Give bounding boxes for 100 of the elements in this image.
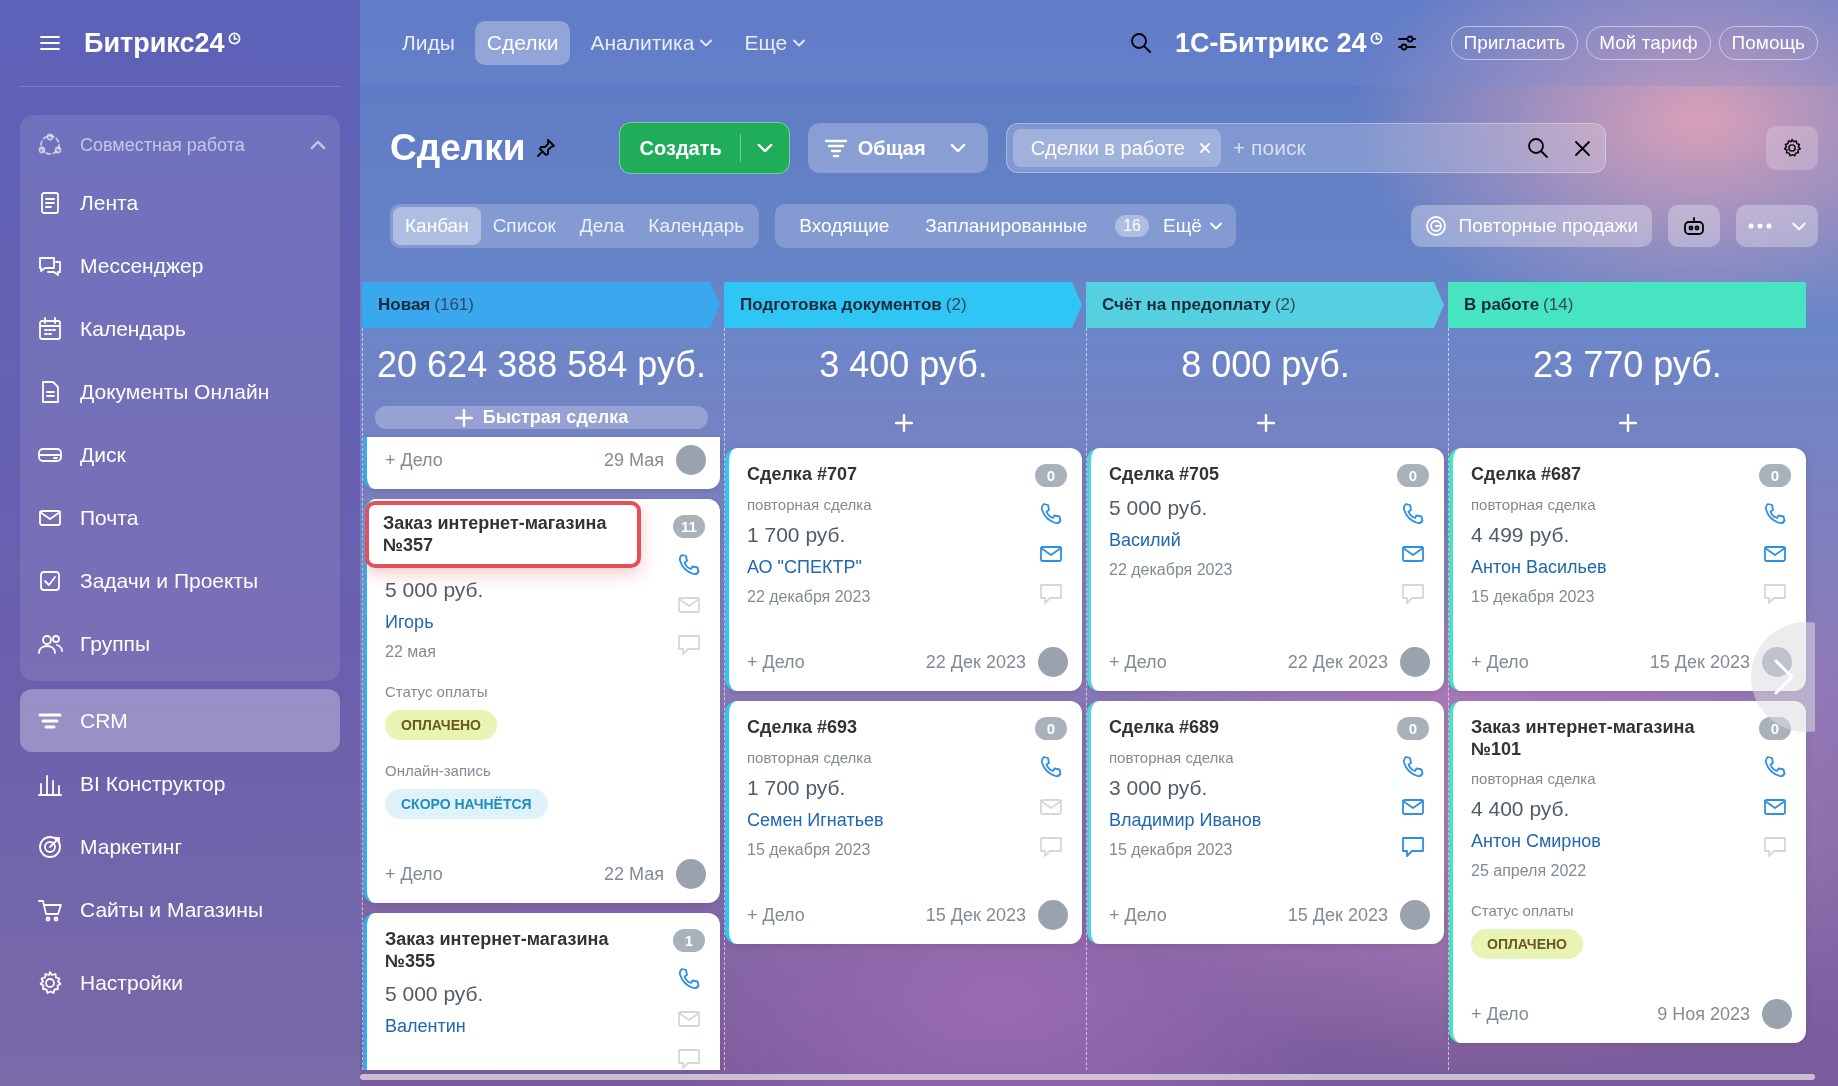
stage-header[interactable]: Счёт на предоплату (2) (1086, 282, 1444, 328)
deal-title[interactable]: Сделка #707 (747, 464, 987, 486)
deal-title[interactable]: Заказ интернет-магазина №101 (1471, 717, 1711, 761)
add-activity-link[interactable]: + Дело (747, 904, 805, 926)
deal-card[interactable]: Сделка #705 5 000 руб. Василий 22 декабря 2023 0 + Дело 22 Дек 2023 (1087, 448, 1444, 691)
sidebar-item[interactable]: Почта (20, 486, 340, 549)
deal-type: повторная сделка (747, 748, 873, 766)
sidebar-item[interactable]: Сайты и Магазины (20, 878, 340, 941)
sidebar-item[interactable]: Диск (20, 423, 340, 486)
sidebar-item[interactable]: Настройки (20, 951, 340, 1014)
deal-card[interactable]: Заказ интернет-магазина №357 5 000 руб. Игорь 22 мая Статус оплаты ОПЛАЧЕНО Онлайн-запись СКОРО НАЧНЁТСЯ 11 + Дело 22 Мая (363, 499, 720, 904)
contact-link[interactable]: Игорь (385, 612, 672, 634)
pin-icon[interactable] (535, 138, 556, 158)
stage-header[interactable]: Подготовка документов (2) (724, 282, 1082, 328)
deal-title[interactable]: Сделка #705 (1109, 464, 1349, 486)
avatar[interactable] (676, 445, 706, 475)
phone-icon[interactable] (1762, 501, 1788, 527)
add-activity-link[interactable]: + Дело (1471, 1003, 1529, 1025)
add-activity-link[interactable]: + Дело (385, 449, 443, 471)
search-icon[interactable] (1129, 31, 1153, 55)
sidebar-item[interactable]: Задачи и Проекты (20, 549, 340, 612)
nav-tab[interactable]: Сделки (474, 21, 571, 65)
deal-card[interactable]: Заказ интернет-магазина №101 повторная сделка 4 400 руб. Антон Смирнов 25 апреля 2022 Статус оплаты ОПЛАЧЕНО 0 + Дело 9 Ноя 2023 (1449, 701, 1806, 1044)
contact-link[interactable]: АО "СПЕКТР" (747, 556, 1034, 578)
more-actions-button[interactable] (1736, 205, 1818, 247)
sidebar-item[interactable]: Документы Онлайн (20, 360, 340, 423)
contact-link[interactable]: Антон Смирнов (1471, 831, 1758, 853)
phone-icon[interactable] (1762, 754, 1788, 780)
sidebar-item[interactable]: Лента (20, 171, 340, 234)
sidebar-group-header[interactable]: Совместная работа (20, 119, 340, 171)
search-icon[interactable] (1525, 136, 1550, 160)
robot-button[interactable] (1668, 205, 1720, 247)
stage-header[interactable]: В работе (14) (1448, 282, 1806, 328)
nav-tab[interactable]: Лиды (390, 21, 467, 65)
view-tab[interactable]: Список (480, 207, 568, 245)
avatar[interactable] (1038, 647, 1068, 677)
contact-link[interactable]: Валентин (385, 1016, 672, 1038)
nav-tab[interactable]: Еще (732, 21, 818, 65)
avatar[interactable] (1762, 647, 1792, 677)
sidebar-item[interactable]: Календарь (20, 297, 340, 360)
chat-bubble-icon[interactable] (1400, 834, 1426, 860)
settings-sliders-icon[interactable] (1396, 34, 1417, 52)
avatar[interactable] (1038, 900, 1068, 930)
contact-link[interactable]: Антон Васильев (1471, 556, 1758, 578)
deal-card[interactable]: Сделка #707 повторная сделка 1 700 руб. АО "СПЕКТР" 22 декабря 2023 0 + Дело 22 Дек 2023 (725, 448, 1082, 691)
due-date: 29 Мая (604, 449, 664, 471)
contact-link[interactable]: Семен Игнатьев (747, 809, 1034, 831)
avatar[interactable] (1400, 647, 1430, 677)
filter-link[interactable]: Запланированные (925, 215, 1088, 237)
deal-title[interactable]: Заказ интернет-магазина №355 (385, 929, 625, 973)
add-activity-link[interactable]: + Дело (1109, 904, 1167, 926)
deal-title[interactable]: Сделка #687 (1471, 464, 1711, 486)
stage-total: 3 400 руб. (818, 344, 989, 386)
deal-title[interactable]: Заказ интернет-магазина №357 (365, 501, 641, 569)
sidebar-item[interactable]: Мессенджер (20, 234, 340, 297)
avatar[interactable] (676, 859, 706, 890)
avatar[interactable] (1400, 900, 1430, 930)
category-button[interactable]: Общая (807, 123, 988, 173)
nav-tab[interactable]: Аналитика (578, 21, 725, 65)
activity-counter: 0 (1759, 464, 1791, 487)
activity-counter: 0 (1035, 717, 1067, 740)
horizontal-scrollbar[interactable] (360, 1074, 1815, 1080)
deal-card[interactable]: + Дело 29 Мая (363, 437, 720, 489)
add-activity-link[interactable]: + Дело (1109, 651, 1167, 673)
stage-header[interactable]: Новая (161) (362, 282, 720, 328)
avatar[interactable] (1762, 999, 1792, 1030)
contact-link[interactable]: Владимир Иванов (1109, 809, 1396, 831)
add-activity-link[interactable]: + Дело (385, 863, 443, 885)
deal-card[interactable]: Сделка #689 повторная сделка 3 000 руб. Владимир Иванов 15 декабря 2023 0 + Дело 15 Дек 2023 (1087, 701, 1444, 944)
phone-icon[interactable] (1038, 754, 1064, 780)
sidebar-item[interactable]: CRM (20, 689, 340, 752)
deal-amount: 3 000 руб. (1109, 775, 1209, 800)
sidebar-item[interactable]: BI Конструктор (20, 752, 340, 815)
caret-icon (1209, 222, 1222, 230)
phone-icon[interactable] (676, 552, 702, 578)
quick-deal-button[interactable]: Быстрая сделка (375, 406, 708, 429)
view-tab[interactable]: Дела (567, 207, 637, 245)
deal-title[interactable]: Сделка #693 (747, 717, 987, 739)
phone-icon[interactable] (1038, 501, 1064, 527)
deal-card[interactable]: Заказ интернет-магазина №355 5 000 руб. Валентин 1 (363, 913, 720, 1070)
phone-icon[interactable] (1400, 754, 1426, 780)
more-button[interactable]: Ещё (1163, 215, 1222, 237)
contact-link[interactable]: Василий (1109, 529, 1396, 551)
settings-button[interactable] (1766, 126, 1818, 170)
deal-card[interactable]: Сделка #693 повторная сделка 1 700 руб. Семен Игнатьев 15 декабря 2023 0 + Дело 15 Дек 2023 (725, 701, 1082, 944)
activity-counter: 0 (1397, 717, 1429, 740)
funnel-icon (823, 138, 848, 158)
deal-card[interactable]: Сделка #687 повторная сделка 4 499 руб. Антон Васильев 15 декабря 2023 0 + Дело 15 Дек 2023 (1449, 448, 1806, 691)
filter-link[interactable]: Входящие (799, 215, 904, 237)
add-activity-link[interactable]: + Дело (747, 651, 805, 673)
deal-title[interactable]: Сделка #689 (1109, 717, 1349, 739)
field-label: Статус оплаты (1471, 902, 1575, 920)
close-icon[interactable] (1573, 139, 1591, 157)
create-button[interactable]: Создать (618, 122, 790, 174)
ellipsis-icon (1748, 223, 1772, 229)
view-tab[interactable]: Календарь (636, 207, 757, 245)
sidebar-item[interactable]: Группы (20, 612, 340, 675)
sidebar-item[interactable]: Маркетинг (20, 815, 340, 878)
phone-icon[interactable] (1400, 501, 1426, 527)
add-activity-link[interactable]: + Дело (1471, 651, 1529, 673)
